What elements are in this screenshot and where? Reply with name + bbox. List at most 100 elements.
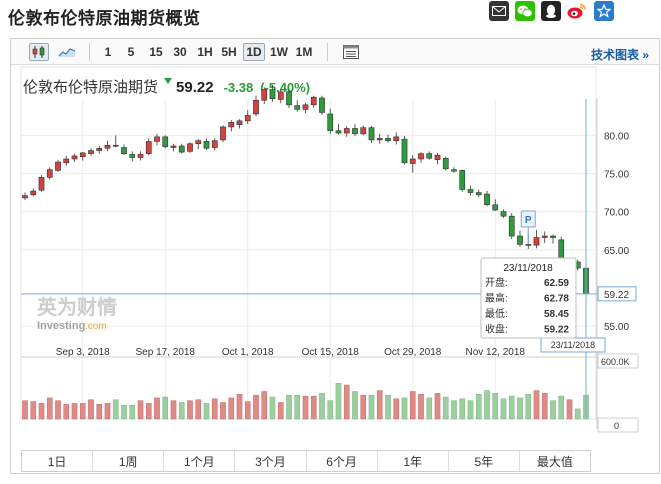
- volume-bar: [38, 403, 45, 420]
- weibo-icon[interactable]: [567, 1, 587, 21]
- volume-bar: [500, 398, 507, 420]
- candle-body: [385, 138, 391, 141]
- volume-bar: [170, 400, 177, 420]
- candle-body: [451, 169, 457, 172]
- volume-bar: [302, 395, 309, 420]
- volume-bar: [253, 394, 259, 420]
- volume-bar: [112, 399, 119, 420]
- candle-body: [104, 144, 111, 149]
- volume-bar: [244, 401, 251, 420]
- candle-body: [203, 141, 210, 149]
- chart-panel: 1 5 15 30 1H 5H 1D 1W 1M 技术图表 » 伦敦布伦特原油期…: [10, 38, 660, 474]
- candle-body: [253, 99, 259, 115]
- candle-body: [352, 128, 358, 135]
- tooltip-value: 62.78: [544, 294, 569, 305]
- range-5y[interactable]: 5年: [449, 451, 520, 471]
- y-tick-label: 70.00: [604, 208, 629, 219]
- candle-body: [475, 192, 482, 196]
- candle-body: [211, 140, 218, 148]
- volume-bar: [434, 393, 441, 420]
- volume-bar: [104, 403, 111, 420]
- range-1d[interactable]: 1日: [22, 451, 94, 471]
- volume-bar: [211, 398, 218, 420]
- candle-body: [162, 136, 169, 148]
- candle-body: [550, 235, 556, 238]
- volume-bar: [137, 400, 144, 420]
- volume-bar: [220, 402, 226, 420]
- candle-body: [38, 176, 45, 191]
- volume-bar: [96, 404, 103, 420]
- candle-body: [327, 113, 334, 132]
- candle-body: [195, 140, 202, 145]
- volume-bar: [558, 395, 565, 420]
- volume-bar: [203, 403, 210, 420]
- qq-icon[interactable]: [541, 1, 561, 21]
- volume-bar: [286, 394, 292, 420]
- tooltip-label: 最低:: [485, 307, 508, 320]
- volume-bar: [368, 394, 375, 420]
- candle-body: [343, 128, 350, 134]
- volume-max-label: 600.0K: [601, 357, 630, 367]
- volume-bar: [385, 394, 391, 420]
- candle-body: [525, 244, 532, 246]
- volume-zero-label: 0: [614, 421, 619, 431]
- volume-bar: [492, 393, 499, 420]
- volume-bar: [129, 405, 136, 420]
- candle-body: [442, 157, 449, 170]
- volume-bar: [88, 399, 94, 420]
- volume-bar: [451, 400, 457, 420]
- range-max[interactable]: 最大值: [520, 451, 590, 471]
- candle-body: [492, 204, 499, 211]
- tooltip-label: 收盘:: [485, 323, 508, 336]
- range-1m[interactable]: 1个月: [164, 451, 236, 471]
- tooltip-value: 62.59: [544, 278, 569, 289]
- candle-body: [137, 154, 144, 158]
- volume-bar: [22, 400, 28, 420]
- candle-body: [533, 237, 540, 246]
- candle-body: [335, 130, 342, 134]
- tooltip-label: 开盘:: [485, 276, 508, 289]
- favorite-star-icon[interactable]: [594, 1, 614, 21]
- plot-frame: [20, 66, 597, 420]
- range-3m[interactable]: 3个月: [235, 451, 307, 471]
- tooltip-date: 23/11/2018: [503, 263, 553, 274]
- volume-bar: [467, 400, 474, 420]
- candle-body: [302, 104, 309, 110]
- candle-body: [129, 154, 136, 158]
- price-chart[interactable]: 80.00 75.00 70.00 65.00 55.00 Sep 3, 2018 Sep …: [11, 39, 659, 449]
- range-1w[interactable]: 1周: [93, 451, 165, 471]
- y-tick-label: 75.00: [604, 169, 629, 180]
- x-tick-label: Sep 17, 2018: [136, 347, 196, 358]
- volume-bar: [121, 405, 127, 420]
- candle-body: [277, 91, 284, 100]
- volume-bar: [236, 394, 243, 420]
- crosshair-date-label: 23/11/2018: [551, 340, 595, 350]
- volume-bar: [484, 390, 490, 420]
- volume-bar: [525, 394, 532, 420]
- candle-body: [319, 97, 325, 113]
- range-1y[interactable]: 1年: [378, 451, 449, 471]
- volume-bar: [154, 397, 160, 420]
- volume-bar: [360, 394, 367, 420]
- email-icon[interactable]: [489, 1, 509, 21]
- volume-bar: [550, 400, 556, 420]
- candle-body: [360, 127, 367, 135]
- x-tick-label: Oct 1, 2018: [222, 347, 274, 358]
- volume-bar: [533, 390, 540, 420]
- volume-bar: [294, 394, 301, 420]
- volume-bar: [517, 397, 523, 420]
- range-6m[interactable]: 6个月: [307, 451, 378, 471]
- volume-bar: [63, 404, 70, 420]
- candle-body: [55, 161, 61, 171]
- volume-bar: [319, 393, 325, 420]
- candle-body: [434, 154, 441, 161]
- volume-bar: [269, 396, 276, 420]
- candle-body: [418, 153, 424, 160]
- candle-body: [63, 158, 70, 164]
- volume-bar: [426, 397, 433, 420]
- wechat-icon[interactable]: [515, 1, 535, 21]
- volume-bar: [277, 402, 284, 420]
- volume-bar: [393, 398, 400, 420]
- candle-body: [187, 143, 193, 152]
- volume-bar: [376, 390, 383, 420]
